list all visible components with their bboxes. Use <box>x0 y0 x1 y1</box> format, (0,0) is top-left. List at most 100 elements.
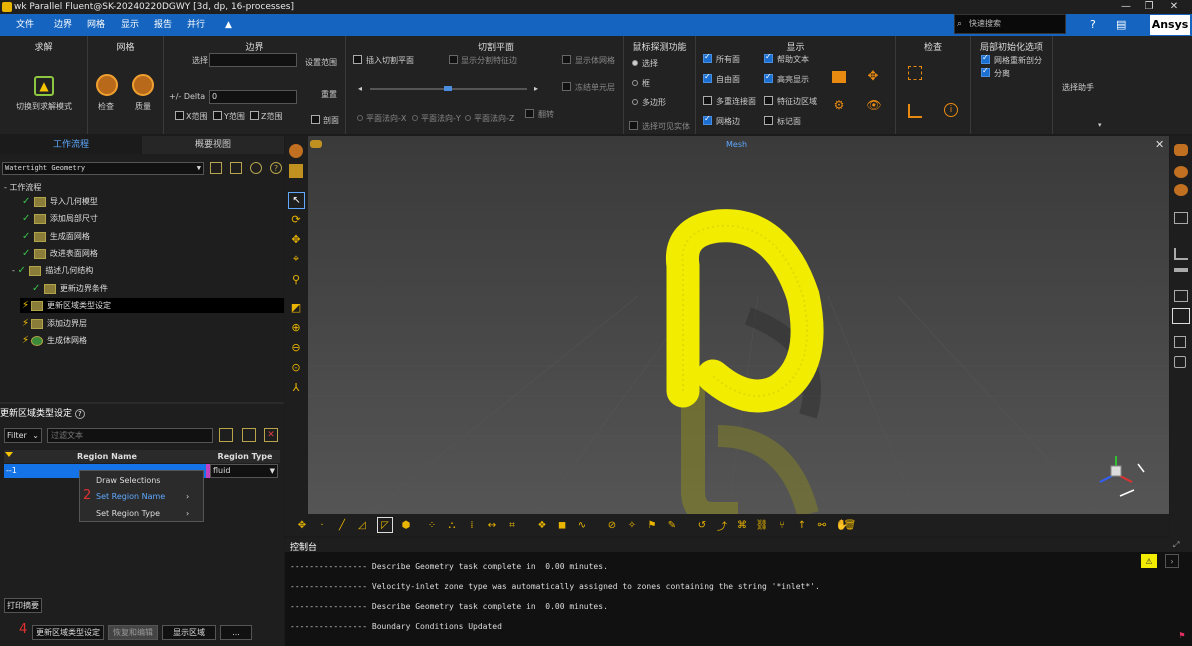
path-icon[interactable]: ⤴ <box>715 518 729 533</box>
lighting-icon[interactable] <box>1174 144 1188 156</box>
workflow-select[interactable]: Watertight Geometry ▼ <box>2 162 204 175</box>
normal-x-radio[interactable] <box>357 115 363 121</box>
graphics-viewport[interactable]: Mesh ✕ <box>308 136 1169 526</box>
menu-parallel[interactable]: 并行 <box>187 14 205 36</box>
menu-boundary[interactable]: 边界 <box>54 14 72 36</box>
sort-icon[interactable] <box>5 452 13 457</box>
flip-checkbox[interactable] <box>525 109 534 118</box>
delete-icon[interactable]: 🗑 <box>843 518 857 532</box>
geometry-body[interactable] <box>665 209 824 413</box>
minimize-icon[interactable]: — <box>1115 0 1137 14</box>
add-filter-icon[interactable] <box>219 428 233 442</box>
refresh-workflow-icon[interactable] <box>250 162 262 174</box>
all-faces-checkbox[interactable] <box>703 52 712 63</box>
tree-item-volume-mesh[interactable]: ⚡ 生成体网格 <box>22 335 87 346</box>
connect-icon[interactable]: ⛓ <box>755 518 769 532</box>
triangle-icon[interactable]: ◿ <box>355 518 369 532</box>
show-volume-mesh-checkbox[interactable] <box>562 55 571 64</box>
tag-icon[interactable]: ⌘ <box>735 518 749 532</box>
info-icon[interactable]: i <box>944 103 958 117</box>
zoom-icon[interactable]: ⚲ <box>289 272 303 286</box>
tree-item-improve-surface[interactable]: ✓ 改进表面网格 <box>22 248 98 259</box>
mesh-check-button[interactable]: 检查 <box>98 101 114 112</box>
edge-icon[interactable]: ⁞ <box>465 518 479 532</box>
mesh-display-icon[interactable] <box>289 144 303 158</box>
menu-file[interactable]: 文件 <box>16 14 34 36</box>
label-icon[interactable]: ⚑ <box>645 518 659 532</box>
zoom-out-icon[interactable]: ⊖ <box>289 340 303 354</box>
report-icon[interactable] <box>1174 290 1188 302</box>
print-summary-button[interactable]: 打印摘要 <box>4 598 42 613</box>
tab-workflow[interactable]: 工作流程 <box>0 136 142 154</box>
tab-outline[interactable]: 概要视图 <box>142 136 284 154</box>
console-expand-icon[interactable]: ⤢ <box>1173 540 1179 550</box>
copy-icon[interactable] <box>289 164 303 178</box>
label-faces-checkbox[interactable] <box>764 116 773 125</box>
section-checkbox[interactable] <box>311 115 320 124</box>
switch-solve-mode-button[interactable]: 切换到求解模式 <box>16 101 72 112</box>
measure-icon[interactable] <box>908 104 922 118</box>
menu-display[interactable]: 显示 <box>121 14 139 36</box>
axes-icon[interactable]: ⅄ <box>289 380 303 394</box>
filter-text-input[interactable]: 过滤文本 <box>47 428 213 443</box>
ribbon-expand-icon[interactable]: ▾ <box>1098 121 1102 129</box>
loop-icon[interactable]: ↺ <box>695 518 709 532</box>
reset-button[interactable]: 重置 <box>321 89 337 100</box>
duplicate-icon[interactable] <box>1174 336 1186 348</box>
link-icon[interactable]: ⚯ <box>815 518 829 532</box>
close-window-icon[interactable]: ✕ <box>1163 0 1185 14</box>
probe-select-radio[interactable] <box>632 60 638 66</box>
region-type-header[interactable]: Region Type <box>210 450 280 463</box>
tree-item-update-boundaries[interactable]: ✓ 更新边界条件 <box>32 283 108 294</box>
properties-icon[interactable] <box>1172 308 1190 324</box>
collapse-ribbon-icon[interactable]: ▲ <box>225 14 232 36</box>
slider-right-arrow-icon[interactable]: ▸ <box>534 84 538 93</box>
show-icon[interactable]: ✧ <box>625 518 639 532</box>
insert-clip-checkbox[interactable] <box>353 55 362 64</box>
line-icon[interactable]: ╱ <box>335 518 349 532</box>
hide-icon[interactable]: ⊘ <box>605 518 619 532</box>
tree-item-surface-mesh[interactable]: ✓ 生成面网格 <box>22 231 90 242</box>
pan-icon[interactable]: ✥ <box>289 232 303 246</box>
splitter[interactable] <box>0 402 284 404</box>
show-edge-checkbox[interactable] <box>449 55 458 64</box>
warning-icon[interactable]: ⚠ <box>1141 554 1157 568</box>
search-input[interactable]: ⌕ 快速搜索 <box>954 14 1066 34</box>
freeze-layer-checkbox[interactable] <box>562 82 571 91</box>
branch-icon[interactable]: ⑂ <box>775 518 789 532</box>
y-range-checkbox[interactable] <box>213 111 222 120</box>
close-viewport-icon[interactable]: ✕ <box>1155 138 1164 151</box>
tree-item-update-regions[interactable]: ⚡ 更新区域类型设定 <box>22 300 111 311</box>
shading-icon[interactable] <box>1174 166 1188 178</box>
maximize-icon[interactable]: ❐ <box>1138 0 1160 14</box>
settings-icon[interactable]: ⚙ <box>832 98 846 112</box>
bounding-box-icon[interactable] <box>908 66 922 80</box>
show-region-button[interactable]: 显示区域 <box>162 625 216 640</box>
menu-report[interactable]: 报告 <box>154 14 172 36</box>
slider-left-arrow-icon[interactable]: ◂ <box>358 84 362 93</box>
mesh-quality-button[interactable]: 质量 <box>135 101 151 112</box>
material-icon[interactable] <box>1174 184 1188 196</box>
select-mode-icon[interactable]: ✥ <box>295 518 309 532</box>
workflow-help-icon[interactable]: ? <box>270 162 282 174</box>
flag-icon[interactable]: ⚑ <box>1177 630 1187 640</box>
pen-icon[interactable]: ✎ <box>665 518 679 532</box>
probe-box-radio[interactable] <box>632 80 638 86</box>
help-text-checkbox[interactable] <box>764 52 773 63</box>
group-icon[interactable]: ⛬ <box>445 518 459 532</box>
normal-y-radio[interactable] <box>412 115 418 121</box>
body-icon[interactable]: ◼ <box>555 518 569 532</box>
cell-icon[interactable]: ⬢ <box>399 518 413 532</box>
console-menu-icon[interactable]: › <box>1165 554 1179 568</box>
camera-icon[interactable] <box>1174 356 1186 368</box>
pointer-icon[interactable]: ↖ <box>288 192 305 209</box>
move-icon[interactable]: ✥ <box>866 69 880 84</box>
revert-edit-button[interactable]: 恢复和编辑 <box>108 625 158 640</box>
open-workflow-icon[interactable] <box>210 162 222 174</box>
multi-connected-checkbox[interactable] <box>703 96 712 105</box>
region-name-header[interactable]: Region Name <box>4 450 210 463</box>
slider-icon[interactable] <box>1174 268 1188 272</box>
x-range-checkbox[interactable] <box>175 111 184 120</box>
face-select-icon[interactable]: ◸ <box>377 517 393 533</box>
tree-item-import-geometry[interactable]: ✓ 导入几何模型 <box>22 196 98 207</box>
